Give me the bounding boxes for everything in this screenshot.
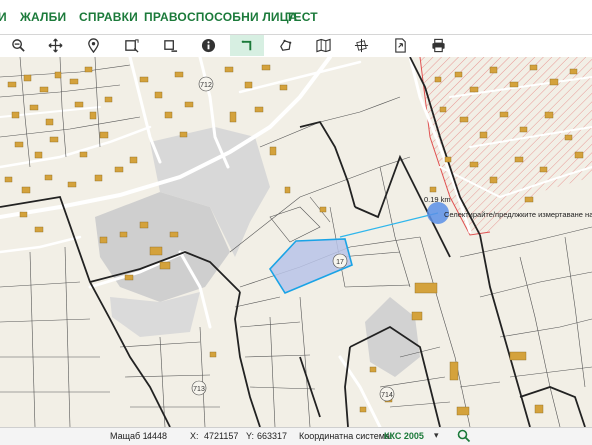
- parcel-label-714: 714: [381, 392, 393, 399]
- cadastral-map[interactable]: 712 17 713 714: [0, 57, 592, 427]
- status-bar: Мащаб 1: 4448 X: 4721157 Y: 663317 Коорд…: [0, 427, 592, 445]
- print-button[interactable]: [425, 35, 451, 56]
- crs-dropdown-arrow-icon[interactable]: ▾: [434, 430, 439, 441]
- info-button[interactable]: [195, 35, 221, 56]
- menu-item-complaints[interactable]: ЖАЛБИ: [20, 10, 66, 24]
- measure-distance-label: 0.19 km: [424, 195, 451, 204]
- menu-item-test[interactable]: ТЕСТ: [286, 10, 318, 24]
- polygon-icon: [279, 39, 291, 51]
- menu-item-first[interactable]: И: [0, 10, 7, 24]
- scale-label: Мащаб 1:: [110, 431, 151, 441]
- y-coord-label: Y:: [246, 431, 255, 441]
- menu-item-legal-entities[interactable]: ПРАВОСПОСОБНИ ЛИЦА: [144, 10, 298, 24]
- x-coord-label: X:: [190, 431, 199, 441]
- move-icon: [48, 38, 62, 53]
- measure-area-button[interactable]: [230, 35, 264, 56]
- pan-button[interactable]: [42, 35, 68, 56]
- deselect-box-button[interactable]: [157, 35, 183, 56]
- crs-select[interactable]: ККС 2005: [384, 431, 424, 441]
- info-icon: [201, 38, 215, 53]
- coordinates-button[interactable]: [348, 35, 374, 56]
- y-coord-value: 663317: [257, 431, 288, 441]
- parcel-label-17: 17: [336, 259, 344, 266]
- draw-shape-button[interactable]: [272, 35, 298, 56]
- map-icon: [315, 38, 331, 53]
- parcel-label-712: 712: [200, 82, 212, 89]
- zoom-out-button[interactable]: [5, 35, 31, 56]
- locate-point-button[interactable]: [80, 35, 106, 56]
- export-icon: [394, 38, 406, 53]
- print-icon: [431, 38, 445, 53]
- scale-value[interactable]: 4448: [147, 431, 167, 441]
- crs-label: Координатна система:: [299, 431, 393, 441]
- map-pin-icon: [87, 38, 99, 53]
- measure-hint-text: Селектирайте/предлжките измертаване на л…: [444, 210, 592, 219]
- measure-icon: [241, 40, 251, 51]
- top-menu-bar: И ЖАЛБИ СПРАВКИ ПРАВОСПОСОБНИ ЛИЦА ТЕСТ: [0, 0, 592, 35]
- map-layers-button[interactable]: [310, 35, 336, 56]
- deselect-box-icon: [163, 40, 177, 52]
- parcel-label-713: 713: [193, 386, 205, 393]
- select-box-icon: [124, 39, 139, 53]
- crosshair-icon: [354, 38, 368, 53]
- x-coord-value: 4721157: [204, 431, 239, 441]
- select-box-button[interactable]: [118, 35, 144, 56]
- menu-item-references[interactable]: СПРАВКИ: [79, 10, 138, 24]
- export-button[interactable]: [387, 35, 413, 56]
- zoom-out-icon: [11, 39, 25, 52]
- map-toolbar: [0, 35, 592, 57]
- search-icon[interactable]: [456, 428, 472, 444]
- map-canvas[interactable]: 712 17 713 714 0.19 km Селектирайте/пред…: [0, 57, 592, 427]
